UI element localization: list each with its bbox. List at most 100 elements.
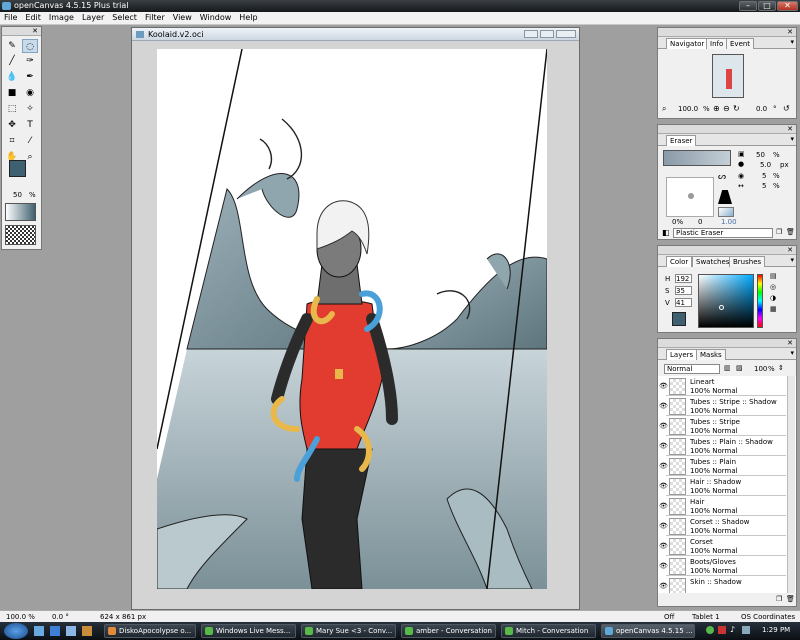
canvas-area[interactable] <box>132 42 579 609</box>
opacity-arrows-icon[interactable]: ⇕ <box>778 364 784 372</box>
visibility-eye-icon[interactable]: 👁 <box>659 542 668 550</box>
color-mode-1-icon[interactable]: ▤ <box>770 272 777 280</box>
texture-swatch[interactable] <box>5 225 36 245</box>
tab-layers[interactable]: Layers <box>666 349 698 360</box>
preset-copy-icon[interactable]: ❐ <box>776 228 782 236</box>
eyedropper-tool-icon[interactable]: ⁄ <box>22 134 38 148</box>
eraser-px-value[interactable]: 5.0 <box>760 161 771 169</box>
zoom-out-icon[interactable]: ⊖ <box>723 104 730 113</box>
navigator-thumbnail[interactable] <box>712 54 744 98</box>
delete-layer-icon[interactable]: 🗑 <box>786 595 795 603</box>
pressure-icon[interactable] <box>718 207 734 217</box>
quicklaunch-desktop-icon[interactable] <box>34 626 44 636</box>
panel-menu-icon[interactable]: ▾ <box>790 38 794 46</box>
taskbar-item-amber[interactable]: amber - Conversation <box>401 624 496 638</box>
layer-item-hair-shadow[interactable]: 👁 Hair :: Shadow 100% Normal <box>659 477 786 496</box>
panel-close-icon[interactable]: ✕ <box>787 125 793 133</box>
minimize-button[interactable]: – <box>739 1 757 11</box>
taskbar-item-wlm[interactable]: Windows Live Mess... <box>201 624 296 638</box>
eraser-panel-header[interactable]: ✕ <box>658 125 796 134</box>
taskbar-item-marysue[interactable]: Mary Sue <3 - Conv... <box>301 624 396 638</box>
visibility-eye-icon[interactable]: 👁 <box>659 382 668 390</box>
rotate-icon[interactable]: ↻ <box>733 104 740 113</box>
value-input[interactable]: 41 <box>675 298 692 307</box>
color-panel-header[interactable]: ✕ <box>658 246 796 255</box>
visibility-eye-icon[interactable]: 👁 <box>659 562 668 570</box>
visibility-eye-icon[interactable]: 👁 <box>659 462 668 470</box>
tool-palette-header[interactable]: ✕ <box>2 27 41 36</box>
doc-maximize-button[interactable] <box>540 30 554 38</box>
tray-messenger-icon[interactable] <box>706 626 714 634</box>
eraser-val4[interactable]: 5 <box>762 182 766 190</box>
menu-view[interactable]: View <box>169 12 196 22</box>
panel-menu-icon[interactable]: ▾ <box>790 135 794 143</box>
rotate-reset-icon[interactable]: ↺ <box>783 104 790 113</box>
mask-icon[interactable]: ▨ <box>736 364 743 372</box>
color-mode-3-icon[interactable]: ◑ <box>770 294 776 302</box>
panel-close-icon[interactable]: ✕ <box>787 28 793 36</box>
quicklaunch-folder-icon[interactable] <box>82 626 92 636</box>
color-mode-2-icon[interactable]: ◎ <box>770 283 776 291</box>
navigator-panel-header[interactable]: ✕ <box>658 28 796 37</box>
tab-eraser[interactable]: Eraser <box>666 135 697 146</box>
menu-select[interactable]: Select <box>108 12 141 22</box>
drawing-canvas[interactable] <box>157 49 547 589</box>
tab-info[interactable]: Info <box>706 38 728 49</box>
airbrush-tool-icon[interactable]: ✑ <box>22 54 38 68</box>
current-color-swatch[interactable] <box>672 312 686 326</box>
preset-delete-icon[interactable]: 🗑 <box>786 228 795 236</box>
visibility-eye-icon[interactable]: 👁 <box>659 442 668 450</box>
layer-item-lineart[interactable]: 👁 Lineart 100% Normal <box>659 377 786 396</box>
zoom-in-icon[interactable]: ⊕ <box>713 104 720 113</box>
layer-item-skin-shadow[interactable]: 👁 Skin :: Shadow <box>659 577 786 593</box>
dropper-fill-icon[interactable]: 💧 <box>4 70 20 84</box>
tab-swatches[interactable]: Swatches <box>692 256 734 267</box>
start-button[interactable] <box>4 623 28 639</box>
taskbar-item-opencanvas[interactable]: openCanvas 4.5.15 ... <box>601 624 695 638</box>
layer-item-boots-gloves[interactable]: 👁 Boots/Gloves 100% Normal <box>659 557 786 576</box>
menu-layer[interactable]: Layer <box>78 12 108 22</box>
eraser-size-value[interactable]: 50 <box>756 151 765 159</box>
visibility-eye-icon[interactable]: 👁 <box>659 402 668 410</box>
tray-security-icon[interactable] <box>718 626 726 634</box>
smudge-tool-icon[interactable]: ✒ <box>22 70 38 84</box>
menu-image[interactable]: Image <box>45 12 78 22</box>
menu-edit[interactable]: Edit <box>21 12 45 22</box>
palette-close-icon[interactable]: ✕ <box>32 27 38 35</box>
layer-item-corset-shadow[interactable]: 👁 Corset :: Shadow 100% Normal <box>659 517 786 536</box>
taskbar-item-mitch[interactable]: Mitch - Conversation <box>501 624 596 638</box>
quicklaunch-switch-icon[interactable] <box>66 626 76 636</box>
doc-minimize-button[interactable] <box>524 30 538 38</box>
bucket-tool-icon[interactable]: ◉ <box>22 86 38 100</box>
layer-item-tubes-stripe[interactable]: 👁 Tubes :: Stripe 100% Normal <box>659 417 786 436</box>
move-tool-icon[interactable]: ✥ <box>4 118 20 132</box>
saturation-value-picker[interactable] <box>698 274 754 328</box>
eraser-preset-name[interactable]: Plastic Eraser <box>673 228 773 238</box>
rect-fill-tool-icon[interactable]: ■ <box>4 86 20 100</box>
document-title-bar[interactable]: Koolaid.v2.oci <box>132 28 579 41</box>
new-layer-icon[interactable]: ❐ <box>776 595 782 603</box>
panel-close-icon[interactable]: ✕ <box>787 246 793 254</box>
select-tool-icon[interactable]: ⬚ <box>4 102 20 116</box>
maximize-button[interactable]: □ <box>758 1 776 11</box>
tab-navigator[interactable]: Navigator <box>666 38 709 49</box>
tab-masks[interactable]: Masks <box>696 349 726 360</box>
doc-close-button[interactable] <box>556 30 576 38</box>
foreground-color-swatch[interactable] <box>9 160 26 177</box>
text-tool-icon[interactable]: T <box>22 118 38 132</box>
layer-item-tubes-plain[interactable]: 👁 Tubes :: Plain 100% Normal <box>659 457 786 476</box>
hue-slider[interactable] <box>757 274 763 328</box>
tab-event[interactable]: Event <box>726 38 755 49</box>
eraser-val3[interactable]: 5 <box>762 172 766 180</box>
blend-mode-select[interactable]: Normal <box>664 364 720 374</box>
panel-menu-icon[interactable]: ▾ <box>790 256 794 264</box>
navigator-rotation-value[interactable]: 0.0 <box>756 105 767 113</box>
visibility-eye-icon[interactable]: 👁 <box>659 582 668 590</box>
layer-item-hair[interactable]: 👁 Hair 100% Normal <box>659 497 786 516</box>
hue-input[interactable]: 192 <box>675 274 692 283</box>
menu-file[interactable]: File <box>0 12 21 22</box>
visibility-eye-icon[interactable]: 👁 <box>659 422 668 430</box>
visibility-eye-icon[interactable]: 👁 <box>659 502 668 510</box>
navigator-zoom-value[interactable]: 100.0 <box>678 105 698 113</box>
taskbar-clock[interactable]: 1:29 PM <box>762 626 790 634</box>
